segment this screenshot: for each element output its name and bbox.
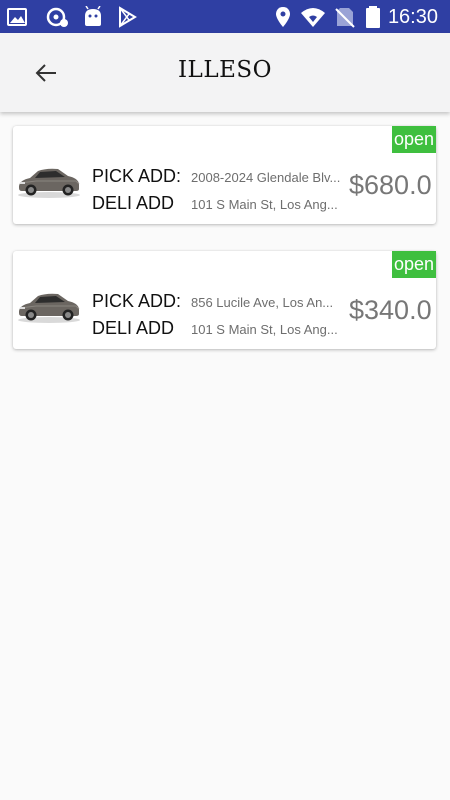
no-sim-icon <box>335 8 355 28</box>
order-card[interactable]: PICK ADD: 856 Lucile Ave, Los An... DELI… <box>13 251 436 349</box>
deli-address: 101 S Main St, Los Ang... <box>191 322 338 337</box>
wifi-icon <box>301 8 325 27</box>
pick-label: PICK ADD: <box>92 291 182 311</box>
order-card[interactable]: PICK ADD: 2008-2024 Glendale Blv... DELI… <box>13 126 436 224</box>
deli-label: DELI ADD <box>92 193 175 213</box>
clock: 16:30 <box>387 6 438 28</box>
play-store-icon <box>119 6 137 28</box>
location-icon <box>276 7 290 27</box>
battery-icon <box>366 6 380 28</box>
status-bar: 16:30 <box>0 0 450 33</box>
deli-label: DELI ADD <box>92 318 175 338</box>
pick-address: 2008-2024 Glendale Blv... <box>191 170 341 185</box>
pick-address: 856 Lucile Ave, Los An... <box>191 295 334 310</box>
sync-icon <box>46 7 68 27</box>
order-price: $680.0 <box>349 170 432 200</box>
order-price: $340.0 <box>349 295 432 325</box>
android-icon <box>85 6 101 26</box>
deli-address: 101 S Main St, Los Ang... <box>191 197 338 212</box>
status-badge: open <box>392 251 436 278</box>
car-icon <box>18 293 80 323</box>
page-title: ILLESO <box>177 57 273 83</box>
app-toolbar: ILLESO <box>0 33 450 112</box>
car-icon <box>18 168 80 198</box>
pick-label: PICK ADD: <box>92 166 182 186</box>
image-icon <box>7 8 27 26</box>
status-badge: open <box>392 126 436 153</box>
